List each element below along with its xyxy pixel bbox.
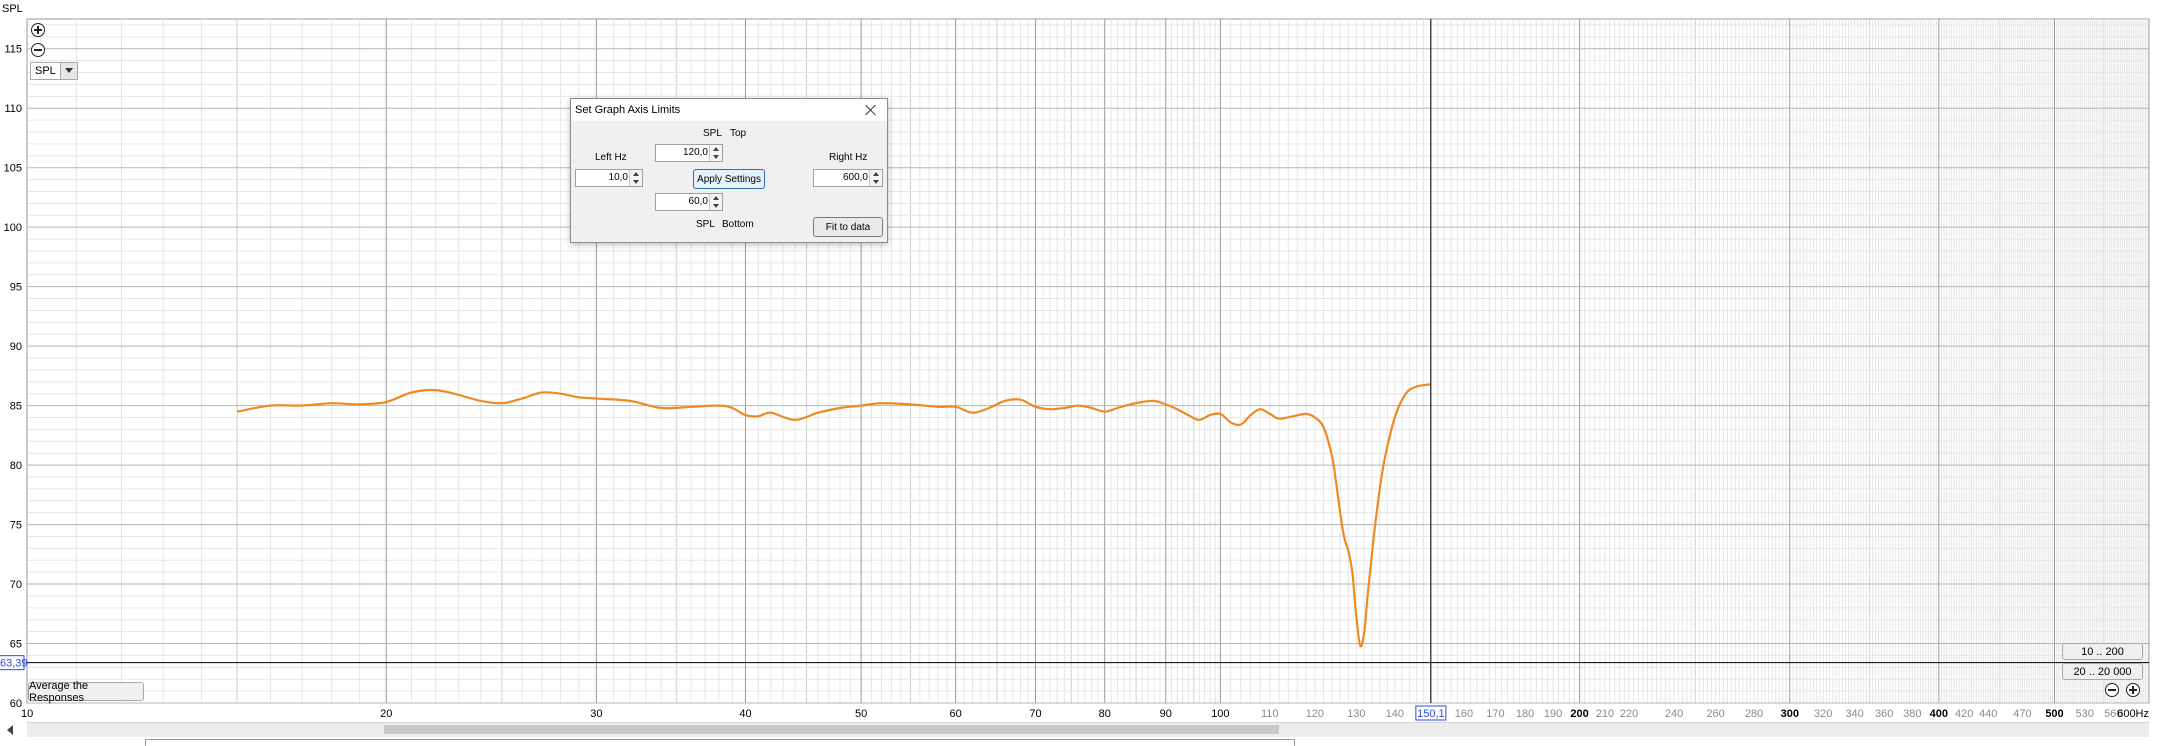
x-tick-label: 440 (1979, 708, 1997, 720)
left-hz-spinner[interactable]: 10,0 (575, 169, 643, 187)
dialog-titlebar[interactable]: Set Graph Axis Limits (571, 99, 887, 121)
x-tick-label: 160 (1455, 708, 1473, 720)
x-tick-label: 260 (1706, 708, 1724, 720)
fit-to-data-button[interactable]: Fit to data (813, 217, 883, 237)
x-tick-label: 500 (2045, 708, 2063, 720)
x-tick-label: 70 (1029, 708, 1041, 720)
dialog-title: Set Graph Axis Limits (575, 104, 681, 116)
x-tick-label: 110 (1261, 708, 1279, 720)
bottom-spl-value: 60,0 (688, 196, 708, 207)
x-tick-label: 200 (1570, 708, 1588, 720)
left-hz-value: 10,0 (608, 172, 628, 183)
top-spl-spinner[interactable]: 120,0 (655, 144, 723, 162)
svg-text:63,39: 63,39 (0, 658, 28, 670)
y-tick-label: 95 (10, 282, 22, 294)
spinner-arrows[interactable] (629, 170, 642, 186)
x-tick-label: 530 (2076, 708, 2094, 720)
spl-bottom-label: SPL (696, 219, 715, 230)
y-axis-title: SPL (2, 3, 23, 15)
x-tick-label: 240 (1665, 708, 1683, 720)
x-tick-label: 360 (1875, 708, 1893, 720)
chevron-down-icon[interactable] (60, 63, 77, 79)
x-tick-label: 180 (1516, 708, 1534, 720)
spinner-arrows[interactable] (709, 145, 722, 161)
cursor-y-readout: 63,39 (0, 655, 28, 671)
x-tick-label: 420 (1955, 708, 1973, 720)
spl-top-label: SPL (703, 128, 722, 139)
bottom-label: Bottom (722, 219, 754, 230)
set-graph-axis-limits-dialog: Set Graph Axis Limits SPL Top 120,0 Left… (570, 98, 888, 243)
x-tick-label: 190 (1544, 708, 1562, 720)
zoom-out-icon[interactable] (31, 43, 45, 57)
x-tick-label: 220 (1620, 708, 1638, 720)
x-tick-label: 300 (1781, 708, 1799, 720)
x-tick-label: 130 (1347, 708, 1365, 720)
scroll-left-icon[interactable] (7, 725, 13, 735)
y-tick-label: 80 (10, 460, 22, 472)
x-tick-label: 50 (855, 708, 867, 720)
x-tick-label: 120 (1306, 708, 1324, 720)
x-tick-label: 400 (1930, 708, 1948, 720)
y-tick-label: 90 (10, 341, 22, 353)
range-10-200-button[interactable]: 10 .. 200 (2062, 643, 2143, 660)
x-tick-label: 20 (380, 708, 392, 720)
spl-selector[interactable]: SPL (30, 62, 78, 80)
x-tick-label: 140 (1386, 708, 1404, 720)
x-tick-label: 90 (1160, 708, 1172, 720)
top-label: Top (730, 128, 747, 139)
x-tick-label: 210 (1596, 708, 1614, 720)
x-tick-label: 170 (1486, 708, 1504, 720)
spinner-arrows[interactable] (709, 194, 722, 210)
x-tick-label: 340 (1845, 708, 1863, 720)
x-tick-label: 60 (950, 708, 962, 720)
x-tick-label: 280 (1745, 708, 1763, 720)
x-tick-label: 470 (2013, 708, 2031, 720)
top-spl-value: 120,0 (682, 147, 708, 158)
zoom-out-icon[interactable] (2105, 683, 2119, 697)
apply-settings-button[interactable]: Apply Settings (693, 169, 765, 189)
x-tick-label: 100 (1211, 708, 1229, 720)
y-tick-label: 115 (4, 44, 22, 56)
x-tick-label: 10 (21, 708, 33, 720)
zoom-in-icon[interactable] (2126, 683, 2140, 697)
x-tick-label: 80 (1099, 708, 1111, 720)
y-tick-label: 105 (4, 163, 22, 175)
x-tick-label: 600Hz (2117, 708, 2149, 720)
horizontal-scrollbar[interactable] (7, 722, 2149, 737)
close-icon[interactable] (863, 102, 879, 118)
spl-selector-value: SPL (35, 65, 56, 77)
x-tick-label: 30 (590, 708, 602, 720)
x-tick-label: 320 (1814, 708, 1832, 720)
range-20-20000-button[interactable]: 20 .. 20 000 (2062, 663, 2143, 680)
y-tick-label: 70 (10, 579, 22, 591)
zoom-in-icon[interactable] (31, 23, 45, 37)
y-tick-label: 85 (10, 401, 22, 413)
right-hz-spinner[interactable]: 600,0 (813, 169, 883, 187)
average-responses-button[interactable]: Average the Responses (28, 680, 144, 704)
cursor-x-readout: 150,1 (1415, 705, 1447, 721)
y-tick-label: 110 (4, 103, 22, 115)
svg-text:150,1: 150,1 (1417, 708, 1445, 720)
bottom-spl-spinner[interactable]: 60,0 (655, 193, 723, 211)
left-hz-label: Left Hz (595, 152, 627, 163)
overview-strip (145, 739, 1295, 746)
y-tick-label: 100 (4, 222, 22, 234)
y-tick-label: 65 (10, 639, 22, 651)
spinner-arrows[interactable] (869, 170, 882, 186)
right-hz-value: 600,0 (842, 172, 868, 183)
right-hz-label: Right Hz (829, 152, 868, 163)
y-tick-label: 75 (10, 520, 22, 532)
scrollbar-thumb[interactable] (384, 725, 1279, 734)
x-tick-label: 380 (1903, 708, 1921, 720)
x-tick-label: 40 (739, 708, 751, 720)
spl-frequency-chart[interactable]: 60 65 70 75 80 85 90 95 100 105 110 115 10 20 30 40 50 6… (0, 0, 2160, 746)
